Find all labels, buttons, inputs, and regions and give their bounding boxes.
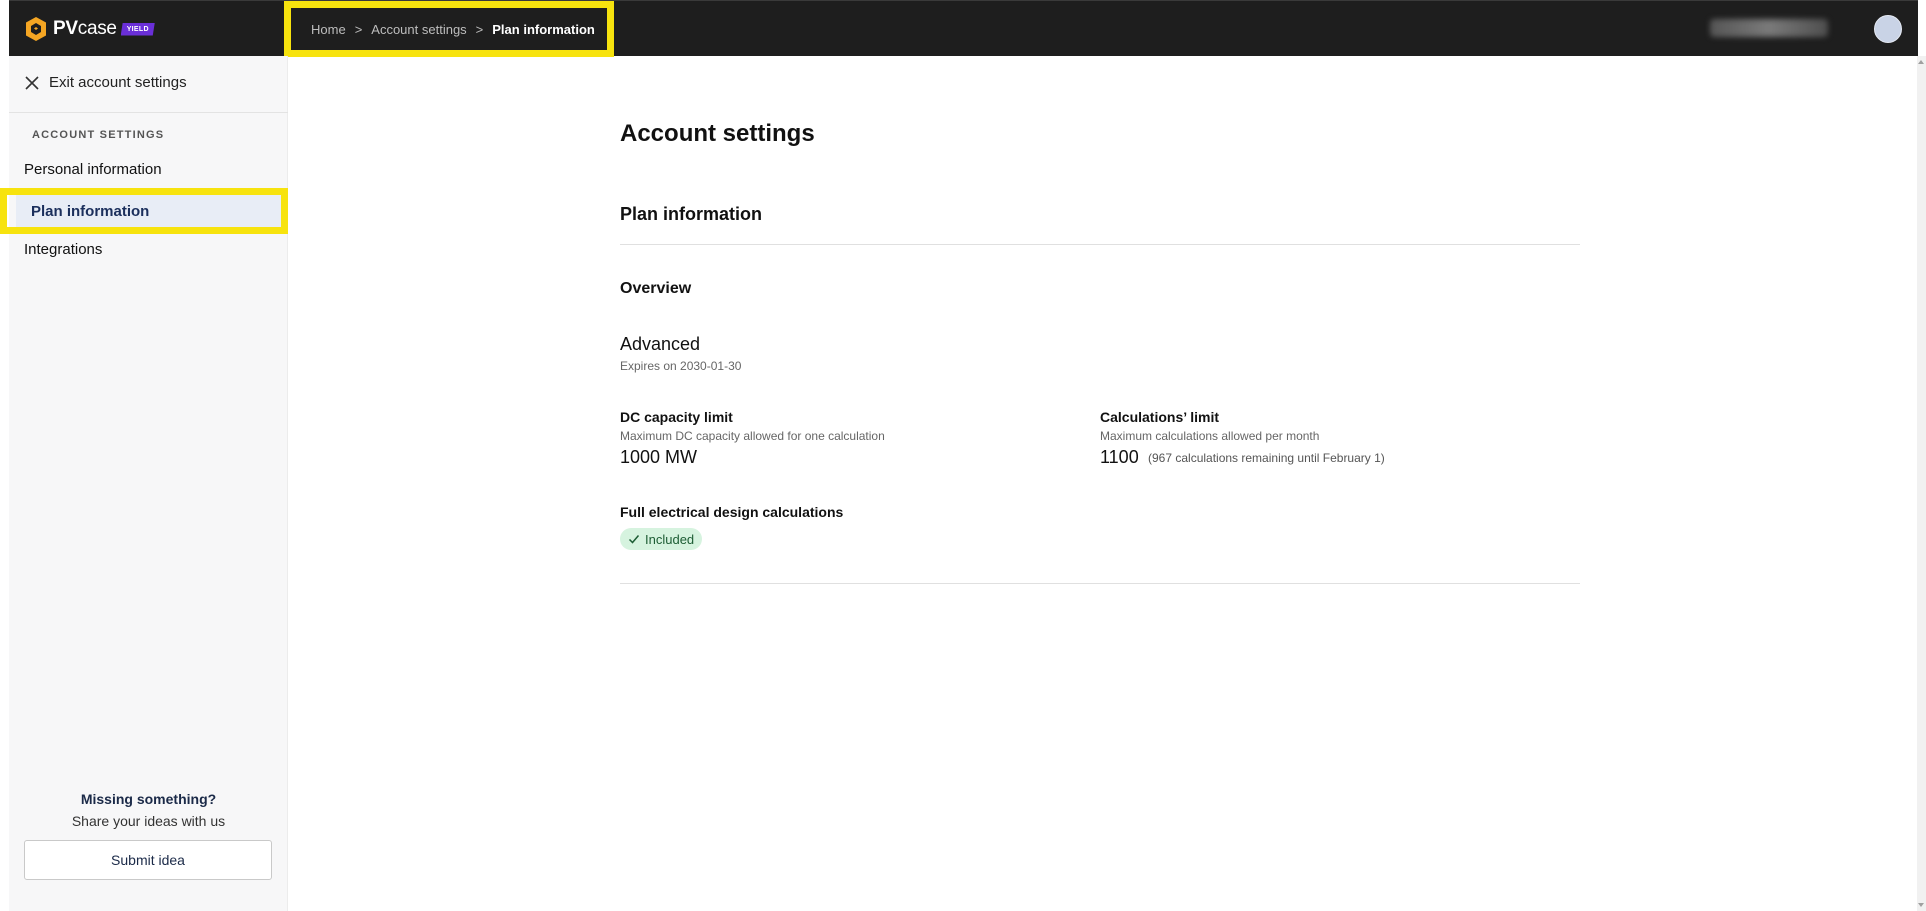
sidebar-item-label: Personal information [24, 161, 162, 178]
sidebar-item-personal-information[interactable]: Personal information [24, 161, 162, 178]
electrical-design-title: Full electrical design calculations [620, 504, 844, 520]
breadcrumb-separator: > [475, 21, 484, 37]
section-divider [620, 244, 1580, 245]
sidebar: Exit account settings ACCOUNT SETTINGS P… [0, 56, 288, 911]
check-icon [628, 535, 640, 544]
sidebar-item-plan-information[interactable]: Plan information [0, 188, 288, 234]
bottom-divider [620, 583, 1580, 584]
overview-heading: Overview [620, 280, 692, 297]
window-frame-left [0, 0, 9, 911]
dc-capacity-title: DC capacity limit [620, 409, 733, 425]
submit-idea-button[interactable]: Submit idea [24, 840, 272, 880]
section-title: Plan information [620, 204, 763, 224]
sidebar-section-label: ACCOUNT SETTINGS [32, 129, 165, 141]
logo-wordmark: PVcase [53, 18, 117, 39]
plan-expiry: Expires on 2030-01-30 [620, 359, 742, 373]
exit-label: Exit account settings [49, 74, 187, 91]
feedback-title: Missing something? [80, 791, 217, 807]
calculations-limit-value: 1100 [1100, 447, 1139, 467]
feedback-subtitle: Share your ideas with us [71, 813, 226, 829]
pvcase-logo-icon [26, 17, 46, 41]
dc-capacity-value: 1000 MW [620, 447, 698, 467]
avatar[interactable] [1874, 15, 1902, 43]
pvcase-logo[interactable]: PVcase YIELD [23, 15, 155, 43]
breadcrumb-home[interactable]: Home [311, 22, 346, 37]
calculations-limit-description: Maximum calculations allowed per month [1100, 429, 1320, 443]
included-badge: Included [620, 528, 703, 550]
yield-badge: YIELD [120, 22, 155, 36]
breadcrumb: Home > Account settings > Plan informati… [284, 1, 614, 57]
breadcrumb-account-settings[interactable]: Account settings [371, 22, 466, 37]
sidebar-item-label: Integrations [24, 241, 103, 258]
page-title: Account settings [620, 120, 815, 147]
exit-account-settings-button[interactable]: Exit account settings [24, 74, 187, 91]
dc-capacity-description: Maximum DC capacity allowed for one calc… [620, 429, 885, 443]
breadcrumb-separator: > [354, 21, 363, 37]
included-label: Included [645, 531, 695, 547]
scroll-up-arrow-icon[interactable] [1918, 60, 1924, 64]
close-icon [25, 75, 39, 90]
top-navigation-bar: PVcase YIELD Home > Account settings > P… [9, 0, 1918, 57]
plan-name: Advanced [620, 334, 701, 354]
user-name-blurred[interactable] [1710, 19, 1828, 37]
sidebar-divider [9, 112, 288, 113]
page-scrollbar[interactable] [1917, 56, 1926, 911]
sidebar-item-integrations[interactable]: Integrations [24, 241, 102, 258]
feedback-prompt: Missing something? Share your ideas with… [9, 791, 288, 829]
calculations-remaining-note: (967 calculations remaining until Februa… [1148, 451, 1385, 465]
scroll-down-arrow-icon[interactable] [1918, 903, 1924, 907]
calculations-limit-title: Calculations’ limit [1100, 409, 1220, 425]
sidebar-item-label: Plan information [31, 202, 150, 220]
breadcrumb-current: Plan information [492, 21, 595, 37]
